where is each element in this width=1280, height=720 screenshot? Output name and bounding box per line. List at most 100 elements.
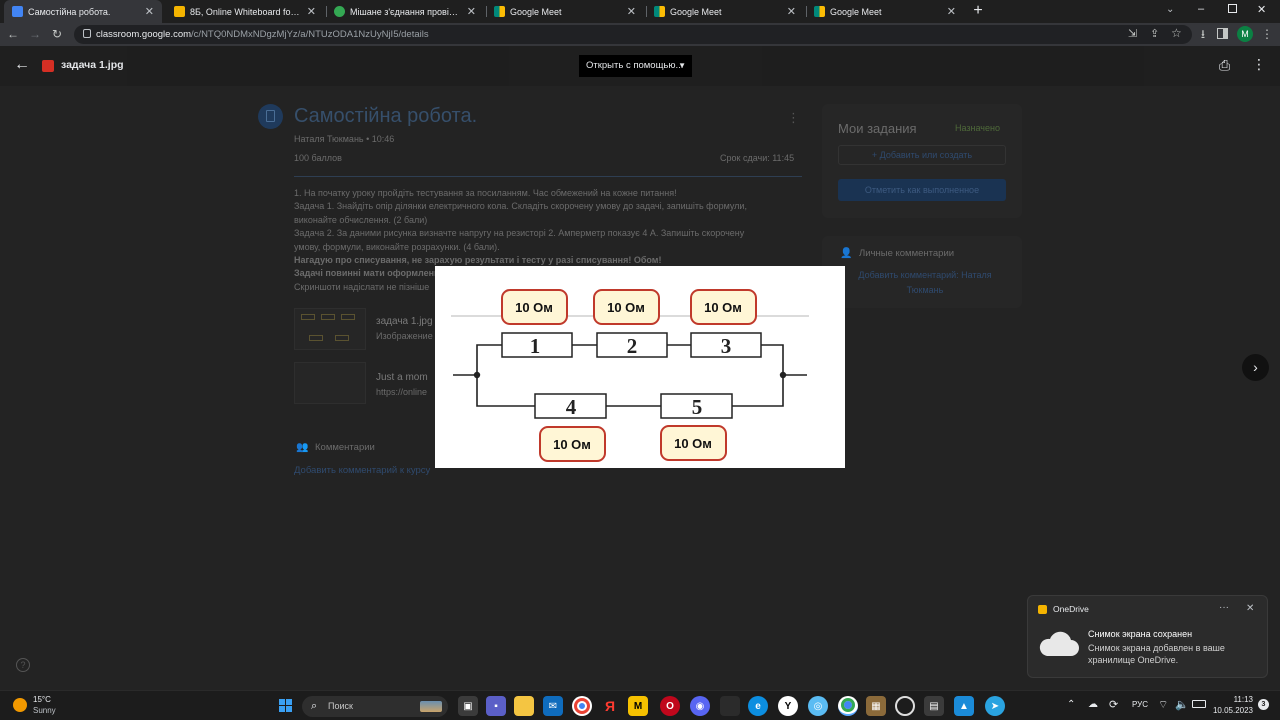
tab-meet-3[interactable]: Google Meet ✕ [806, 0, 964, 23]
add-class-comment-link[interactable]: Добавить комментарий к курсу [294, 465, 430, 476]
tab-samostiyna[interactable]: Самостійна робота. ✕ [4, 0, 162, 23]
weather-condition: Sunny [33, 706, 56, 715]
sync-tray-icon[interactable]: ⟳ [1109, 698, 1118, 711]
tab-close-icon[interactable]: ✕ [787, 5, 796, 18]
calculator-icon[interactable]: ▤ [924, 696, 944, 716]
windows-start-icon[interactable] [279, 699, 293, 713]
clock[interactable]: 11:13 10.05.2023 [1211, 694, 1253, 716]
battery-icon[interactable] [1192, 700, 1206, 708]
add-private-comment-link[interactable]: Добавить комментарий: Наталя Тюкмань [846, 268, 1004, 298]
open-with-label: Открыть с помощью... [586, 60, 684, 71]
edge-icon[interactable]: e [748, 696, 768, 716]
yandex-icon[interactable]: Я [600, 696, 620, 716]
reload-icon[interactable]: ↻ [50, 27, 64, 41]
telegram-icon[interactable]: ➤ [985, 696, 1005, 716]
mark-done-button[interactable]: Отметить как выполненное [838, 179, 1006, 201]
viewer-back-icon[interactable]: ← [14, 57, 30, 73]
yandex-browser-icon[interactable]: Y [778, 696, 798, 716]
meet-favicon [814, 6, 825, 17]
tab-close-icon[interactable]: ✕ [145, 5, 154, 18]
next-image-button[interactable]: › [1242, 354, 1269, 381]
sun-icon[interactable] [13, 698, 27, 712]
assignment-menu-icon[interactable]: ⋮ [787, 110, 800, 126]
file-explorer-icon[interactable] [514, 696, 534, 716]
tab-meet-1[interactable]: Google Meet ✕ [486, 0, 644, 23]
node-dot [779, 371, 787, 379]
new-tab-button[interactable]: + [970, 3, 986, 19]
chrome-icon[interactable] [572, 696, 592, 716]
tab-close-icon[interactable]: ✕ [627, 5, 636, 18]
status-badge: Назначено [955, 123, 1000, 133]
close-window-button[interactable]: ✕ [1257, 3, 1266, 16]
desc-line: 1. На початку уроку пройдіть тестування … [294, 188, 677, 198]
tab-meet-2[interactable]: Google Meet ✕ [646, 0, 804, 23]
help-icon[interactable]: ? [16, 658, 30, 672]
value-label: 10 Ом [704, 300, 742, 315]
side-panel-icon[interactable] [1217, 28, 1228, 39]
volume-icon[interactable]: 🔈 [1175, 698, 1189, 711]
back-arrow-icon[interactable]: ← [6, 27, 20, 41]
tab-mishane[interactable]: Мішане з'єднання провідників ✕ [326, 0, 484, 23]
add-or-create-button[interactable]: + Добавить или создать [838, 145, 1006, 165]
menu-kebab-icon[interactable]: ⋮ [1260, 27, 1274, 41]
tab-whiteboard[interactable]: 8Б, Online Whiteboard for Visual ✕ [166, 0, 324, 23]
forward-arrow-icon[interactable]: → [28, 27, 42, 41]
divider [294, 176, 802, 177]
attachment-thumbnail[interactable] [294, 308, 366, 350]
tray-chevron-up-icon[interactable]: ⌃ [1067, 699, 1075, 710]
tab-title: 8Б, Online Whiteboard for Visual [190, 6, 301, 17]
link-title[interactable]: Just a mom [376, 372, 428, 383]
language-indicator[interactable]: РУС [1132, 700, 1148, 709]
wifi-icon[interactable]: ⌔ [1158, 698, 1168, 712]
taskbar-search[interactable]: ⌕ Поиск [302, 696, 448, 717]
search-highlight-image [420, 701, 442, 712]
edge-beta-icon[interactable]: ◎ [808, 696, 828, 716]
open-with-button[interactable]: Открыть с помощью... ▼ [579, 55, 692, 77]
browser-toolbar: ← → ↻ classroom.google.com/c/NTQ0NDMxNDg… [0, 23, 1280, 46]
viewer-menu-icon[interactable]: ⋮ [1252, 56, 1266, 73]
tab-close-icon[interactable]: ✕ [307, 5, 316, 18]
install-icon[interactable]: ⇲ [1128, 27, 1137, 40]
viewer-filename: задача 1.jpg [61, 59, 124, 71]
attachment-name[interactable]: задача 1.jpg [376, 316, 433, 327]
classroom-favicon [12, 6, 23, 17]
desc-line: Задача 2. За даними рисунка визначте нап… [294, 228, 745, 239]
task-view-icon[interactable]: ▣ [458, 696, 478, 716]
obs-icon[interactable] [895, 696, 915, 716]
profile-avatar[interactable]: M [1237, 26, 1253, 42]
app-icon[interactable] [720, 696, 740, 716]
resistor-number: 1 [530, 334, 541, 358]
minecraft-icon[interactable]: ▦ [866, 696, 886, 716]
notification-badge[interactable]: 3 [1258, 699, 1269, 710]
minimize-button[interactable]: – [1198, 3, 1204, 15]
toast-more-icon[interactable]: ··· [1219, 602, 1229, 613]
toast-close-icon[interactable]: ✕ [1246, 603, 1254, 614]
share-icon[interactable]: ⇪ [1150, 27, 1159, 40]
image-preview: 1 2 3 4 5 10 Ом 10 Ом 10 Ом 10 Ом 10 Ом [435, 266, 845, 468]
assignment-icon [258, 104, 283, 129]
lock-icon[interactable] [83, 29, 91, 38]
opera-icon[interactable]: O [660, 696, 680, 716]
toast-app-name: OneDrive [1053, 604, 1089, 614]
tab-close-icon[interactable]: ✕ [947, 5, 956, 18]
chrome-active-icon[interactable] [838, 696, 858, 716]
tab-close-icon[interactable]: ✕ [467, 5, 476, 18]
person-icon: 👤 [840, 248, 853, 259]
teams-chat-icon[interactable]: ▪ [486, 696, 506, 716]
onedrive-tray-icon[interactable]: ☁ [1088, 699, 1098, 710]
download-icon[interactable]: ⭳ [1196, 27, 1210, 41]
onedrive-notification[interactable]: OneDrive ··· ✕ Снимок экрана сохранен Сн… [1027, 595, 1268, 678]
miro-icon[interactable]: M [628, 696, 648, 716]
discord-icon[interactable]: ◉ [690, 696, 710, 716]
star-icon[interactable]: ☆ [1171, 26, 1182, 40]
mail-icon[interactable]: ✉ [543, 696, 563, 716]
url-text: classroom.google.com/c/NTQ0NDMxNDgzMjYz/… [96, 29, 429, 40]
windows-taskbar: 15°C Sunny ⌕ Поиск ▣ ▪ ✉ Я M O ◉ e Y ◎ ▦… [0, 690, 1280, 720]
points-label: 100 баллов [294, 153, 342, 163]
link-thumbnail[interactable] [294, 362, 366, 404]
restore-button[interactable] [1228, 4, 1237, 13]
paint-icon[interactable]: ▲ [954, 696, 974, 716]
chevron-down-icon[interactable]: ⌄ [1166, 4, 1174, 15]
address-bar[interactable]: classroom.google.com/c/NTQ0NDMxNDgzMjYz/… [74, 25, 1192, 44]
print-icon[interactable]: ⎙ [1219, 57, 1230, 74]
